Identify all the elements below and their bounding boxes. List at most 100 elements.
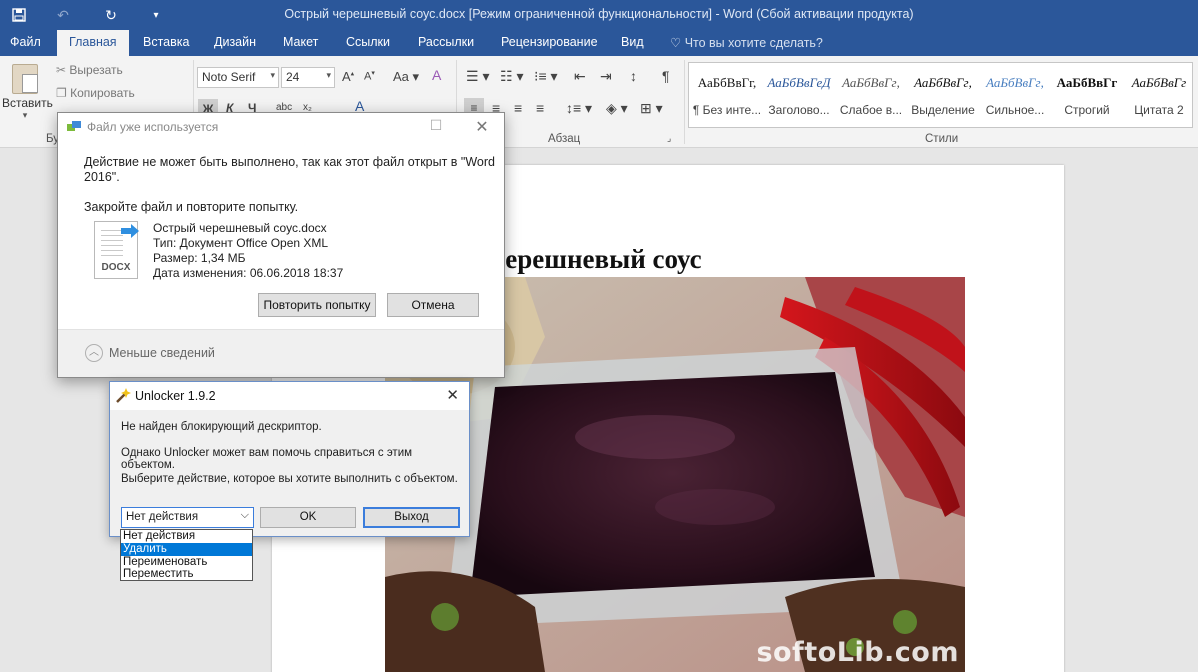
chevron-up-icon: ︿ xyxy=(85,344,103,362)
sort-icon[interactable]: ↕ xyxy=(630,68,637,84)
style-item[interactable]: АаБбВвГг Строгий xyxy=(1051,63,1123,127)
shrink-font-icon[interactable]: A▾ xyxy=(364,69,375,83)
tab-mailings[interactable]: Рассылки xyxy=(418,35,474,49)
dialog-caption: Файл уже используется xyxy=(87,120,219,134)
action-option-highlighted[interactable]: Удалить xyxy=(121,542,252,556)
tab-layout[interactable]: Макет xyxy=(283,35,318,49)
justify-icon[interactable]: ≡ xyxy=(536,100,544,116)
styles-group-label: Стили xyxy=(925,133,959,145)
maximize-icon: ☐ xyxy=(429,117,443,133)
borders-icon[interactable]: ⊞ ▾ xyxy=(640,100,663,117)
style-sample: АаБбВвГг, xyxy=(697,75,757,90)
paste-button[interactable]: Вставить ▾ xyxy=(2,62,53,128)
increase-indent-icon[interactable]: ⇥ xyxy=(600,68,612,85)
styles-gallery: АаБбВвГг, ¶ Без инте... АаБбВвГеД Заголо… xyxy=(688,62,1193,128)
tell-me-text: Что вы хотите сделать? xyxy=(684,36,823,50)
paste-label: Вставить xyxy=(2,96,53,110)
style-sample: АаБбВвГг xyxy=(1056,75,1118,90)
style-item[interactable]: АаБбВвГеД Заголово... xyxy=(763,63,835,127)
dialog-footer: ︿ Меньше сведений xyxy=(58,329,504,377)
exit-button[interactable]: Выход xyxy=(363,507,460,528)
less-details-label: Меньше сведений xyxy=(109,346,215,360)
file-in-use-icon xyxy=(67,121,81,131)
unlocker-title-bar: Unlocker 1.9.2 ✕ xyxy=(110,382,469,410)
unlocker-title: Unlocker 1.9.2 xyxy=(135,389,216,403)
file-type: Тип: Документ Office Open XML xyxy=(153,236,329,250)
paste-icon xyxy=(12,64,38,94)
grow-font-icon[interactable]: A▴ xyxy=(342,69,354,84)
dialog-launcher-icon[interactable]: ⌟ xyxy=(667,133,671,144)
copy-button[interactable]: ❐ Копировать xyxy=(56,86,135,100)
cut-label: Вырезать xyxy=(69,63,123,77)
magic-wand-icon xyxy=(116,388,131,403)
action-select-value: Нет действия xyxy=(126,511,199,523)
tell-me-box[interactable]: ♡ Что вы хотите сделать? xyxy=(670,35,823,50)
dialog-message-line1: Действие не может быть выполнено, так ка… xyxy=(84,155,495,169)
pilcrow-icon[interactable]: ¶ xyxy=(662,68,670,84)
tab-view[interactable]: Вид xyxy=(621,35,644,49)
scissors-icon: ✂ xyxy=(56,63,67,77)
window-title: Острый черешневый соус.docx [Режим огран… xyxy=(284,7,914,21)
multilevel-list-icon[interactable]: ⁝≡ ▾ xyxy=(534,68,558,85)
watermark-text: softoLib.com xyxy=(756,637,959,668)
chevron-down-icon: ▾ xyxy=(326,70,331,80)
decrease-indent-icon[interactable]: ⇤ xyxy=(574,68,586,85)
clear-format-icon[interactable]: A xyxy=(432,67,441,83)
style-name: Выделение xyxy=(911,103,975,117)
chevron-down-icon: ▾ xyxy=(270,70,275,80)
less-details-toggle[interactable]: ︿ Меньше сведений xyxy=(85,344,215,362)
change-case-icon[interactable]: Aa ▾ xyxy=(393,69,419,85)
style-item[interactable]: АаБбВвГг, Выделение xyxy=(907,63,979,127)
chevron-down-icon: ▾ xyxy=(22,110,28,120)
action-select[interactable]: Нет действия ⌵ xyxy=(121,507,254,528)
align-right-icon[interactable]: ≡ xyxy=(514,100,522,116)
action-dropdown-list: Нет действия Удалить Переименовать Перем… xyxy=(120,529,253,581)
unlocker-message-1: Не найден блокирующий дескриптор. xyxy=(121,421,322,433)
style-sample: АаБбВвГг xyxy=(1131,75,1187,90)
style-name: Строгий xyxy=(1064,103,1110,117)
font-name-value: Noto Serif xyxy=(202,70,256,84)
copy-label: Копировать xyxy=(70,86,135,100)
tab-insert[interactable]: Вставка xyxy=(143,35,189,49)
document-heading[interactable]: черешневый соус xyxy=(490,244,702,275)
title-bar: ↶ ↻ ▾ Острый черешневый соус.docx [Режим… xyxy=(0,0,1198,30)
dialog-instruction: Закройте файл и повторите попытку. xyxy=(84,200,299,214)
retry-button[interactable]: Повторить попытку xyxy=(258,293,376,317)
tab-review[interactable]: Рецензирование xyxy=(501,35,598,49)
style-item[interactable]: АаБбВвГг, ¶ Без инте... xyxy=(691,63,763,127)
numbering-icon[interactable]: ☷ ▾ xyxy=(500,68,523,85)
file-modified: Дата изменения: 06.06.2018 18:37 xyxy=(153,266,344,280)
bullets-icon[interactable]: ☰ ▾ xyxy=(466,68,489,85)
docx-file-icon: DOCX xyxy=(94,221,139,279)
file-extension-label: DOCX xyxy=(101,262,131,273)
ok-button[interactable]: OK xyxy=(260,507,356,528)
style-item[interactable]: АаБбВвГг, Слабое в... xyxy=(835,63,907,127)
tab-references[interactable]: Ссылки xyxy=(346,35,390,49)
action-option[interactable]: Переименовать xyxy=(121,556,252,569)
style-sample: АаБбВвГг, xyxy=(842,75,900,90)
font-name-select[interactable]: Noto Serif ▾ xyxy=(197,67,279,88)
tab-design[interactable]: Дизайн xyxy=(214,35,256,49)
action-option[interactable]: Нет действия xyxy=(121,530,252,543)
style-name: Цитата 2 xyxy=(1134,103,1184,117)
style-sample: АаБбВвГг, xyxy=(914,75,972,90)
line-spacing-icon[interactable]: ↕≡ ▾ xyxy=(566,100,592,117)
style-item[interactable]: АаБбВвГг, Сильное... xyxy=(979,63,1051,127)
style-sample: АаБбВвГг, xyxy=(986,75,1044,90)
close-icon[interactable]: ✕ xyxy=(446,386,459,404)
ribbon-tabs: Файл Главная Вставка Дизайн Макет Ссылки… xyxy=(0,30,1198,56)
unlocker-message-2: Однако Unlocker может вам помочь справит… xyxy=(121,447,413,471)
close-icon[interactable]: ✕ xyxy=(472,117,492,137)
tab-home[interactable]: Главная xyxy=(57,30,129,56)
action-option[interactable]: Переместить xyxy=(121,568,252,581)
paragraph-group-label: Абзац xyxy=(548,133,581,145)
cut-button[interactable]: ✂ Вырезать xyxy=(56,63,123,77)
style-sample: АаБбВвГеД xyxy=(767,75,831,90)
shading-icon[interactable]: ◈ ▾ xyxy=(606,100,628,117)
font-size-select[interactable]: 24 ▾ xyxy=(281,67,335,88)
style-name: Слабое в... xyxy=(839,103,903,117)
cancel-button[interactable]: Отмена xyxy=(387,293,479,317)
dialog-message-line2: 2016". xyxy=(84,170,120,184)
tab-file[interactable]: Файл xyxy=(10,35,41,49)
style-item[interactable]: АаБбВвГг Цитата 2 xyxy=(1123,63,1195,127)
